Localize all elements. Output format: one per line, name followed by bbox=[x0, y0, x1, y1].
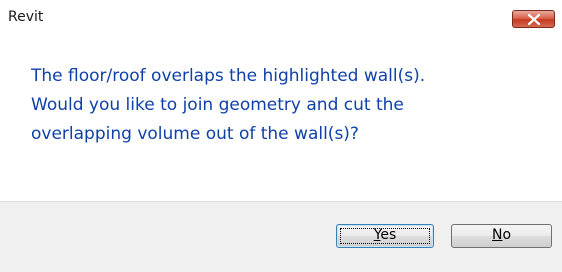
close-icon bbox=[528, 14, 540, 25]
no-label-rest: o bbox=[502, 227, 512, 243]
message-line: Would you like to join geometry and cut … bbox=[31, 95, 404, 115]
message-text: The floor/roof overlaps the highlighted … bbox=[31, 62, 546, 149]
yes-button[interactable]: Yes bbox=[336, 224, 434, 248]
title-bar: Revit bbox=[0, 0, 562, 34]
message-line: overlapping volume out of the wall(s)? bbox=[31, 124, 359, 144]
dialog-window: Revit The floor/roof overlaps the highli… bbox=[0, 0, 562, 272]
button-bar: Yes No bbox=[0, 201, 562, 272]
no-accelerator: N bbox=[491, 227, 503, 243]
window-title: Revit bbox=[8, 9, 44, 25]
dialog-content: The floor/roof overlaps the highlighted … bbox=[0, 34, 562, 201]
message-line: The floor/roof overlaps the highlighted … bbox=[31, 66, 426, 86]
no-button[interactable]: No bbox=[451, 224, 552, 248]
close-button[interactable] bbox=[512, 10, 555, 28]
focus-rectangle bbox=[340, 228, 430, 244]
